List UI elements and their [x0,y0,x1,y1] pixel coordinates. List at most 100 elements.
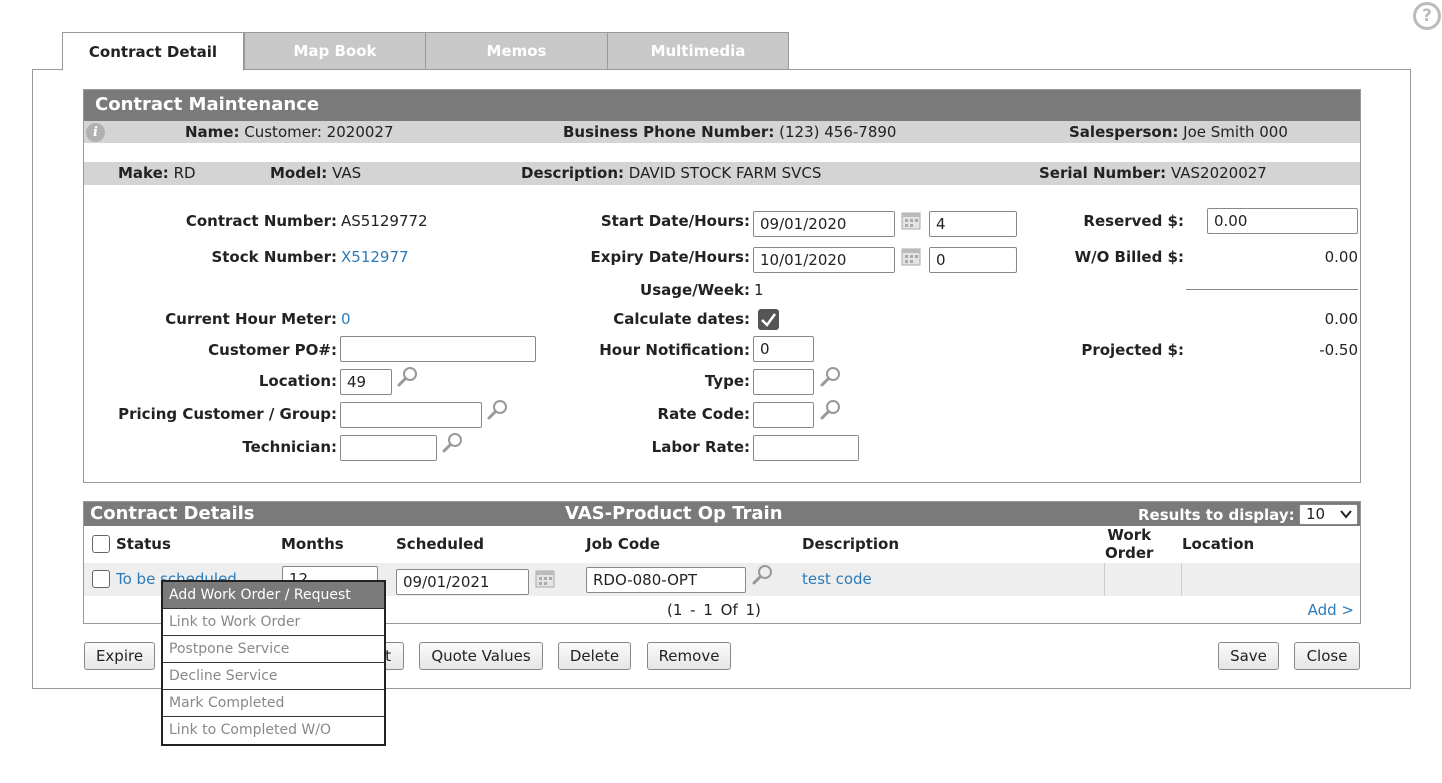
menu-item-add-work-order[interactable]: Add Work Order / Request [163,582,384,609]
job-code-input[interactable] [586,567,746,593]
remove-button[interactable]: Remove [647,642,731,670]
tab-memos[interactable]: Memos [425,32,608,70]
calculate-dates-checkbox[interactable] [758,309,779,330]
help-icon[interactable]: ? [1413,2,1441,30]
rate-code-input[interactable] [753,402,814,428]
results-label: Results to display: [1138,506,1295,524]
col-location: Location [1182,535,1255,553]
menu-item-mark-completed[interactable]: Mark Completed [163,690,384,717]
stock-number-label: Stock Number: [211,248,337,266]
scheduled-input[interactable] [396,569,529,595]
wo-billed-label: W/O Billed $: [1074,248,1184,266]
start-calendar-icon[interactable] [901,210,921,230]
menu-item-decline-service[interactable]: Decline Service [163,663,384,690]
col-status: Status [116,535,171,553]
tab-map-book[interactable]: Map Book [244,32,426,70]
status-context-menu: Add Work Order / Request Link to Work Or… [161,580,386,746]
location-input[interactable] [340,369,392,395]
customer-po-input[interactable] [340,336,536,362]
salesperson: Salesperson: Joe Smith 000 [1069,123,1288,141]
projected-label: Projected $: [1081,341,1184,359]
type-input[interactable] [753,369,814,395]
delete-button[interactable]: Delete [558,642,631,670]
check-icon [761,313,777,327]
select-all-checkbox[interactable] [92,535,110,553]
quote-values-button[interactable]: Quote Values [419,642,543,670]
contract-number-label: Contract Number: [185,212,337,230]
description-link[interactable]: test code [802,570,872,588]
make: Make: RD [118,164,196,182]
expiry-hours-input[interactable] [929,247,1017,273]
type-label: Type: [704,372,750,390]
rate-code-label: Rate Code: [657,405,750,423]
labor-rate-input[interactable] [753,435,859,461]
start-date-label: Start Date/Hours: [600,212,750,230]
results-select[interactable]: 10 [1299,504,1358,525]
customer-po-label: Customer PO#: [208,341,337,359]
menu-item-link-work-order[interactable]: Link to Work Order [163,609,384,636]
usage-label: Usage/Week: [640,281,750,299]
tab-contract-detail[interactable]: Contract Detail [62,32,244,71]
reserved-label: Reserved $: [1083,212,1184,230]
description: Description: DAVID STOCK FARM SVCS [521,164,822,182]
expiry-date-label: Expiry Date/Hours: [590,248,750,266]
contract-maintenance-header: Contract Maintenance [84,90,1360,121]
technician-search-icon[interactable] [442,432,464,454]
start-date-input[interactable] [753,211,895,237]
rate-code-search-icon[interactable] [820,399,842,421]
serial-number: Serial Number: VAS2020027 [1039,164,1267,182]
total-divider [1186,289,1358,290]
menu-item-postpone-service[interactable]: Postpone Service [163,636,384,663]
pagination: (1 - 1 Of 1) [667,601,761,619]
tab-multimedia[interactable]: Multimedia [607,32,789,70]
labor-rate-label: Labor Rate: [651,438,750,456]
hour-notification-input[interactable] [753,336,814,362]
hour-meter-link[interactable]: 0 [341,310,351,328]
expiry-date-input[interactable] [753,247,895,273]
technician-input[interactable] [340,435,437,461]
menu-item-link-completed-wo[interactable]: Link to Completed W/O [163,717,384,744]
col-job-code: Job Code [586,535,661,553]
expiry-calendar-icon[interactable] [901,246,921,266]
pricing-search-icon[interactable] [487,399,509,421]
col-scheduled: Scheduled [396,535,485,553]
start-hours-input[interactable] [929,211,1017,237]
hour-notification-label: Hour Notification: [599,341,750,359]
add-link[interactable]: Add > [1308,601,1354,619]
reserved-input[interactable] [1207,208,1358,234]
stock-number-link[interactable]: X512977 [341,248,409,266]
projected-value: -0.50 [1319,341,1358,359]
calculate-dates-label: Calculate dates: [613,310,750,328]
close-button[interactable]: Close [1294,642,1360,670]
type-search-icon[interactable] [820,366,842,388]
customer-name: Name: Customer: 2020027 [185,123,394,141]
business-phone: Business Phone Number: (123) 456-7890 [563,123,897,141]
column-divider [1181,563,1182,596]
location-label: Location: [258,372,337,390]
col-work-order: Work Order [1105,526,1154,562]
wo-billed-value: 0.00 [1324,248,1358,266]
scheduled-calendar-icon[interactable] [535,568,555,588]
hour-meter-label: Current Hour Meter: [165,310,337,328]
info-icon[interactable]: i [86,123,105,142]
results-select-value: 10 [1306,505,1326,523]
contract-maintenance-title: Contract Maintenance [95,94,320,115]
chevron-down-icon [1340,510,1352,519]
job-code-search-icon[interactable] [752,564,774,586]
expire-button[interactable]: Expire [84,642,155,670]
contract-details-center-title: VAS-Product Op Train [565,503,783,524]
contract-number: AS5129772 [341,212,428,230]
technician-label: Technician: [242,438,337,456]
pricing-input[interactable] [340,402,482,428]
column-divider [1104,563,1105,596]
col-description: Description [802,535,900,553]
contract-details-title: Contract Details [90,503,255,524]
col-months: Months [281,535,344,553]
row-checkbox[interactable] [92,570,110,588]
save-button[interactable]: Save [1218,642,1279,670]
model: Model: VAS [270,164,362,182]
usage-value: 1 [754,281,764,299]
subtotal-value: 0.00 [1324,310,1358,328]
location-search-icon[interactable] [397,366,419,388]
pricing-label: Pricing Customer / Group: [118,405,337,423]
